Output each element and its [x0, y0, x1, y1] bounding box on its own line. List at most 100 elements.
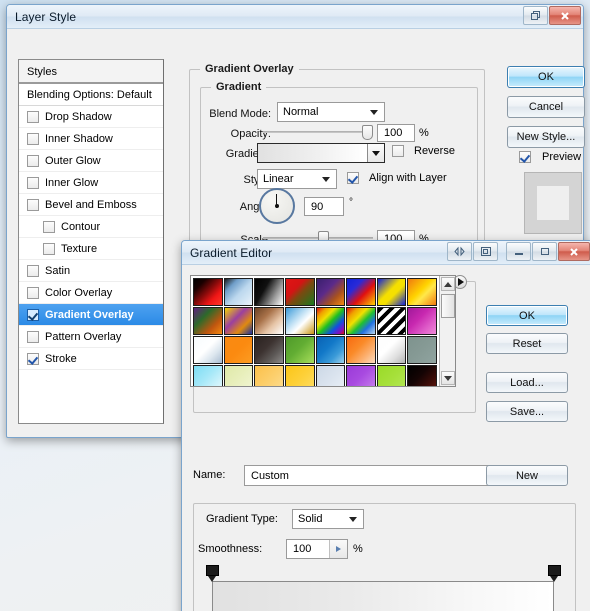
style-row-texture[interactable]: Texture — [19, 238, 163, 260]
style-row-checkbox[interactable] — [27, 110, 39, 123]
preset-swatch-blue-yellow-blue[interactable] — [376, 278, 407, 306]
preset-swatch-orange-yellow-orange[interactable] — [407, 278, 437, 306]
preset-swatch-transparent-rainbow[interactable] — [346, 307, 376, 335]
layer-style-cancel-button[interactable]: Cancel — [507, 96, 585, 118]
align-with-layer-checkbox[interactable]: Align with Layer — [347, 172, 447, 184]
preset-swatch-chrome[interactable] — [284, 307, 315, 335]
presets-scrollbar[interactable] — [439, 276, 455, 386]
style-row-checkbox[interactable] — [27, 176, 39, 189]
preset-swatch-red-green[interactable] — [284, 278, 315, 306]
new-style-button[interactable]: New Style... — [507, 126, 585, 148]
scroll-down-icon[interactable] — [441, 371, 455, 385]
close-window-button[interactable] — [558, 242, 590, 261]
maximize-window-button[interactable] — [532, 242, 557, 261]
preset-swatch-dark-charcoal[interactable] — [254, 336, 284, 364]
style-row-checkbox[interactable] — [27, 286, 39, 299]
gradient-editor-ok-button[interactable]: OK — [486, 305, 568, 326]
minimize-window-button[interactable] — [506, 242, 531, 261]
preset-swatch-golden-yellow[interactable] — [284, 365, 315, 386]
reverse-checkbox[interactable]: Reverse — [392, 145, 455, 157]
preview-checkbox-box[interactable] — [519, 151, 531, 163]
dock-panel-button[interactable] — [473, 242, 498, 261]
opacity-stop-left[interactable] — [206, 565, 220, 582]
gradient-dropdown-button[interactable] — [367, 144, 384, 162]
presets-list[interactable] — [190, 275, 456, 387]
preset-swatch-purple-violet[interactable] — [346, 365, 376, 386]
preset-swatch-white-to-blue-grey[interactable] — [193, 336, 223, 364]
gradient-editor-titlebar[interactable]: Gradient Editor — [182, 241, 590, 265]
align-with-layer-checkbox-box[interactable] — [347, 172, 359, 184]
angle-dial[interactable] — [259, 188, 295, 224]
smoothness-input[interactable]: 100 — [286, 539, 348, 559]
opacity-input[interactable]: 100 — [377, 124, 415, 142]
style-row-inner-shadow[interactable]: Inner Shadow — [19, 128, 163, 150]
style-row-inner-glow[interactable]: Inner Glow — [19, 172, 163, 194]
style-row-checkbox[interactable] — [27, 132, 39, 145]
preset-swatch-blue-red-yellow[interactable] — [346, 278, 376, 306]
collapse-panel-button[interactable] — [447, 242, 472, 261]
preset-swatch-green-gradient[interactable] — [284, 336, 315, 364]
opacity-slider[interactable] — [263, 124, 373, 140]
styles-list[interactable]: Styles Blending Options: Default Drop Sha… — [18, 59, 164, 424]
preset-swatch-lime-green[interactable] — [376, 365, 407, 386]
smoothness-popup-arrow-icon[interactable] — [329, 540, 347, 558]
gradient-type-select[interactable]: Solid — [292, 509, 364, 529]
preset-swatch-copper[interactable] — [254, 307, 284, 335]
style-row-checkbox[interactable] — [27, 352, 39, 365]
preset-swatch-spectrum[interactable] — [315, 307, 346, 335]
preset-swatch-pale-blue[interactable] — [315, 365, 346, 386]
preset-swatch-foreground-to-transparent-red[interactable] — [193, 278, 223, 306]
gradient-editor-save-button[interactable]: Save... — [486, 401, 568, 422]
preset-swatch-violet-green-orange[interactable] — [193, 307, 223, 335]
style-row-checkbox[interactable] — [27, 264, 39, 277]
preset-swatch-black-white-stripes[interactable] — [376, 307, 407, 335]
preset-swatch-orange-peach[interactable] — [346, 336, 376, 364]
style-select[interactable]: Linear — [257, 169, 337, 189]
style-row-bevel-and-emboss[interactable]: Bevel and Emboss — [19, 194, 163, 216]
angle-input[interactable]: 90 — [304, 197, 344, 216]
layer-style-ok-button[interactable]: OK — [507, 66, 585, 88]
style-row-drop-shadow[interactable]: Drop Shadow — [19, 106, 163, 128]
gradient-new-button[interactable]: New — [486, 465, 568, 486]
gradient-strip[interactable] — [212, 581, 554, 611]
style-row-checkbox[interactable] — [27, 198, 39, 211]
style-row-checkbox[interactable] — [27, 308, 39, 321]
scrollbar-thumb[interactable] — [441, 294, 455, 318]
preset-swatch-violet-orange[interactable] — [315, 278, 346, 306]
preset-swatch-yellow-violet-orange-blue[interactable] — [223, 307, 254, 335]
preset-swatch-blue-white-checker[interactable] — [223, 278, 254, 306]
preset-swatch-orange-solid[interactable] — [223, 336, 254, 364]
preset-swatch-sage-grey[interactable] — [407, 336, 437, 364]
style-row-checkbox[interactable] — [43, 242, 55, 255]
style-row-color-overlay[interactable]: Color Overlay — [19, 282, 163, 304]
blend-mode-select[interactable]: Normal — [277, 102, 385, 122]
close-window-button[interactable] — [549, 6, 581, 25]
style-row-pattern-overlay[interactable]: Pattern Overlay — [19, 326, 163, 348]
scroll-up-icon[interactable] — [441, 277, 455, 291]
preset-swatch-magenta-pink[interactable] — [407, 307, 437, 335]
preset-swatch-light-cyan[interactable] — [193, 365, 223, 386]
restore-window-button[interactable] — [523, 6, 548, 25]
style-row-outer-glow[interactable]: Outer Glow — [19, 150, 163, 172]
gradient-preview-select[interactable] — [257, 143, 385, 163]
gradient-editor-load-button[interactable]: Load... — [486, 372, 568, 393]
preset-swatch-light-orange[interactable] — [254, 365, 284, 386]
style-row-checkbox[interactable] — [27, 330, 39, 343]
style-row-checkbox[interactable] — [43, 220, 55, 233]
style-row-stroke[interactable]: Stroke — [19, 348, 163, 370]
preset-swatch-blue-cyan[interactable] — [315, 336, 346, 364]
opacity-slider-thumb[interactable] — [362, 125, 373, 140]
layer-style-titlebar[interactable]: Layer Style — [7, 5, 583, 29]
gradient-name-input[interactable]: Custom — [244, 465, 489, 486]
preview-checkbox[interactable]: Preview — [519, 151, 581, 163]
preset-swatch-pale-yellow-green[interactable] — [223, 365, 254, 386]
opacity-stop-right[interactable] — [548, 565, 562, 582]
preset-swatch-black-to-white[interactable] — [254, 278, 284, 306]
preset-swatch-black-maroon[interactable] — [407, 365, 437, 386]
reverse-checkbox-box[interactable] — [392, 145, 404, 157]
style-row-blending-options-default[interactable]: Blending Options: Default — [19, 84, 163, 106]
style-row-satin[interactable]: Satin — [19, 260, 163, 282]
style-row-checkbox[interactable] — [27, 154, 39, 167]
preset-swatch-white-silver[interactable] — [376, 336, 407, 364]
style-row-gradient-overlay[interactable]: Gradient Overlay — [19, 304, 163, 326]
